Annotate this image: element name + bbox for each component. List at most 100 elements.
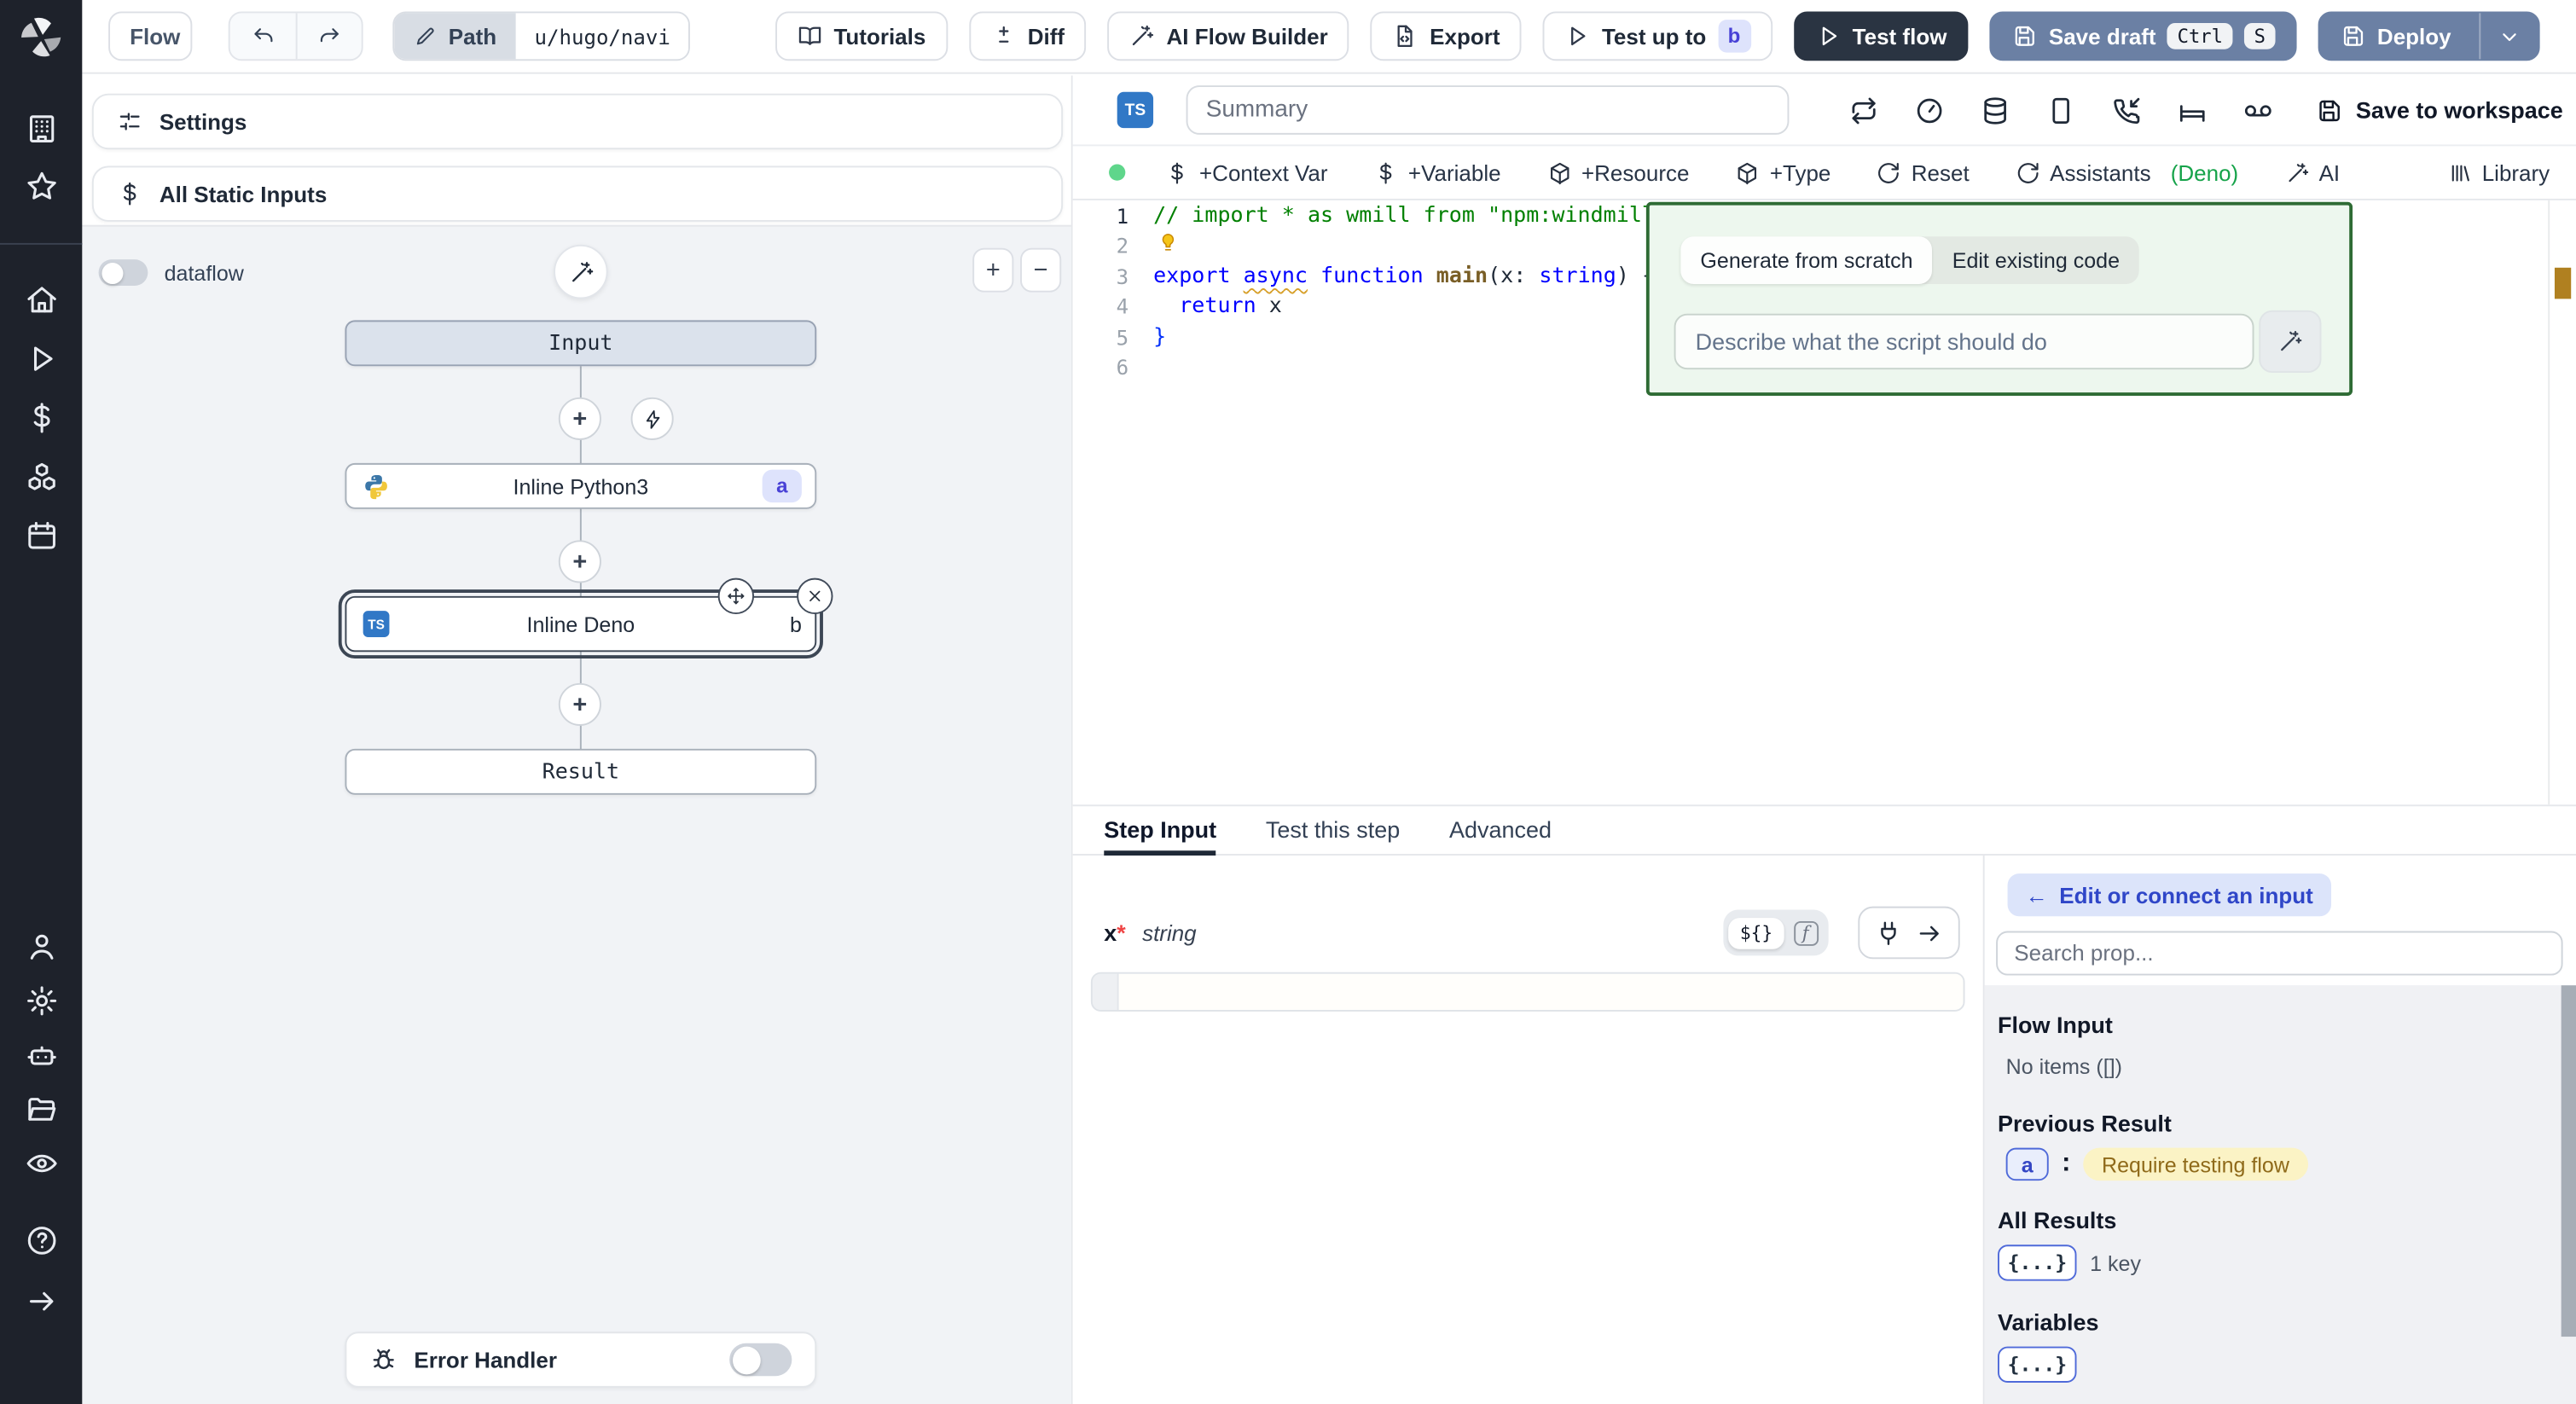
tab-advanced[interactable]: Advanced: [1449, 806, 1552, 856]
all-results-count: 1 key: [2090, 1250, 2141, 1275]
eye-icon[interactable]: [24, 1146, 58, 1181]
variables-badge[interactable]: {...}: [1998, 1347, 2077, 1383]
code-editor[interactable]: 1// import * as wmill from "npm:windmill…: [1073, 200, 2576, 804]
save-icon: [2315, 96, 2343, 125]
arrow-right-icon[interactable]: [1916, 919, 1944, 947]
template-expr-toggle[interactable]: ${}: [1728, 917, 1784, 949]
library-button[interactable]: Library: [2447, 160, 2550, 185]
error-handler-row[interactable]: Error Handler: [345, 1331, 816, 1387]
delete-node-button[interactable]: [797, 578, 833, 614]
insert-step-button[interactable]: +: [559, 540, 601, 583]
user-icon[interactable]: [24, 930, 58, 964]
lightbulb-icon[interactable]: [1157, 231, 1180, 254]
deploy-button[interactable]: Deploy: [2318, 11, 2540, 61]
settings-button[interactable]: Settings: [92, 94, 1063, 149]
variables-title: Variables: [1998, 1308, 2576, 1335]
star-icon[interactable]: [24, 169, 58, 203]
save-draft-button[interactable]: Save draft Ctrl S: [1990, 11, 2297, 61]
prev-result-badge[interactable]: a: [2006, 1148, 2049, 1181]
error-handler-toggle[interactable]: [729, 1343, 792, 1377]
ai-label: AI: [2319, 160, 2341, 185]
save-icon: [2340, 23, 2366, 49]
generate-from-scratch-tab[interactable]: Generate from scratch: [1680, 236, 1932, 284]
repeat-icon[interactable]: [1848, 95, 1880, 126]
playtri-icon[interactable]: [24, 341, 58, 375]
connect-input-panel: ← Edit or connect an input Flow Input No…: [1983, 856, 2576, 1404]
flow-chip[interactable]: Flow: [108, 11, 192, 61]
tab-test-this-step[interactable]: Test this step: [1266, 806, 1400, 856]
phone-in-icon[interactable]: [2111, 95, 2143, 126]
field-value-input[interactable]: [1119, 974, 1964, 1010]
windmill-logo-icon[interactable]: [16, 13, 66, 62]
code-token: x: [1256, 294, 1282, 319]
ai-button[interactable]: AI: [2284, 160, 2340, 185]
test-up-to-button[interactable]: Test up to b: [1543, 11, 1772, 61]
zoom-in-button[interactable]: +: [972, 248, 1013, 293]
step-b-badge: b: [790, 612, 802, 636]
edit-existing-code-tab[interactable]: Edit existing code: [1933, 236, 2139, 284]
reset-button[interactable]: Reset: [1877, 160, 1969, 185]
ai-flow-builder-button[interactable]: AI Flow Builder: [1107, 11, 1349, 61]
cubes-icon[interactable]: [24, 460, 58, 494]
add-context-var-button[interactable]: +Context Var: [1165, 160, 1328, 185]
building-icon[interactable]: [24, 112, 58, 146]
code-token: main: [1436, 264, 1488, 288]
assistants-button[interactable]: Assistants(Deno): [2016, 160, 2239, 185]
add-type-button[interactable]: +Type: [1735, 160, 1830, 185]
code-token: (x:: [1488, 264, 1539, 288]
all-static-inputs-button[interactable]: All Static Inputs: [92, 165, 1063, 221]
save-to-workspace-button[interactable]: Save to workspace: [2315, 96, 2563, 125]
voicemail-icon[interactable]: [2242, 95, 2274, 126]
sidebar-divider: [0, 243, 82, 245]
flow-node-input[interactable]: Input: [345, 320, 816, 366]
edit-or-connect-button[interactable]: ← Edit or connect an input: [2008, 873, 2331, 916]
trigger-branch-button[interactable]: [631, 397, 674, 440]
dataflow-toggle[interactable]: [99, 259, 148, 286]
gear-icon[interactable]: [24, 983, 58, 1018]
help-icon[interactable]: [24, 1223, 58, 1257]
editor-toolbar-row: +Context Var +Variable +Resource +Type R…: [1073, 144, 2576, 200]
function-mode-toggle[interactable]: f: [1788, 914, 1824, 950]
arrow-right-icon[interactable]: [24, 1284, 58, 1318]
export-button[interactable]: Export: [1371, 11, 1522, 61]
plug-icon[interactable]: [1875, 919, 1903, 947]
zoom-out-button[interactable]: −: [1020, 248, 1061, 293]
graph-ai-wand-button[interactable]: [554, 245, 608, 299]
deploy-dropdown-button[interactable]: [2479, 13, 2538, 59]
deploy-label: Deploy: [2377, 24, 2451, 49]
tutorials-button[interactable]: Tutorials: [775, 11, 947, 61]
calendar-icon[interactable]: [24, 519, 58, 553]
gauge-icon[interactable]: [1914, 95, 1946, 126]
ai-generate-button[interactable]: [2259, 310, 2321, 373]
redo-button[interactable]: [296, 13, 362, 59]
insert-step-button[interactable]: +: [559, 397, 601, 440]
tablet-icon[interactable]: [2045, 95, 2077, 126]
home-icon[interactable]: [24, 282, 58, 316]
path-value[interactable]: u/hugo/navi: [516, 13, 688, 59]
insert-step-button[interactable]: +: [559, 683, 601, 726]
add-variable-button[interactable]: +Variable: [1373, 160, 1500, 185]
tab-step-input[interactable]: Step Input: [1104, 806, 1216, 856]
rotate-icon: [2016, 160, 2040, 185]
test-flow-button[interactable]: Test flow: [1793, 11, 1968, 61]
path-edit-button[interactable]: Path: [394, 13, 516, 59]
move-node-button[interactable]: [718, 578, 754, 614]
summary-input[interactable]: [1186, 85, 1790, 135]
undo-button[interactable]: [230, 13, 296, 59]
database-icon[interactable]: [1980, 95, 2011, 126]
search-prop-input[interactable]: [1996, 931, 2562, 976]
line-number: 2: [1073, 234, 1153, 258]
bed-icon[interactable]: [2177, 95, 2208, 126]
diff-button[interactable]: Diff: [968, 11, 1086, 61]
all-results-badge[interactable]: {...}: [1998, 1244, 2077, 1280]
robot-icon[interactable]: [24, 1038, 58, 1072]
flow-node-result[interactable]: Result: [345, 749, 816, 795]
dollar-icon[interactable]: [24, 401, 58, 435]
flow-node-python[interactable]: Inline Python3 a: [345, 463, 816, 509]
prop-list-scrollbar[interactable]: [2561, 985, 2576, 1337]
tutorials-label: Tutorials: [833, 24, 925, 49]
folder-icon[interactable]: [24, 1092, 58, 1126]
add-resource-button[interactable]: +Resource: [1547, 160, 1690, 185]
code-token: string: [1539, 264, 1616, 288]
ai-prompt-input[interactable]: [1674, 314, 2254, 369]
